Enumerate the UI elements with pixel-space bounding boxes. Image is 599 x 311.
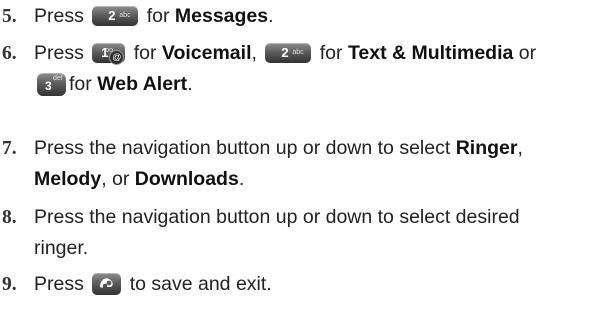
step-number: 8. xyxy=(2,207,17,228)
key-2-icon: 2 abc xyxy=(265,43,312,63)
step-7-continuation: Melody, or Downloads. xyxy=(34,168,245,190)
step-5: 5. Press 2 abc for Messages. xyxy=(2,1,594,32)
target-web-alert: Web Alert xyxy=(97,73,188,95)
step-7: 7. Press the navigation button up or down… xyxy=(2,133,594,195)
option-ringer: Ringer xyxy=(455,137,518,159)
target-voicemail: Voicemail xyxy=(161,42,252,64)
step-number: 5. xyxy=(2,6,17,27)
step-9: 9. Press to save and exit. xyxy=(2,269,594,300)
step-number: 7. xyxy=(2,138,17,159)
key-2-icon: 2 abc xyxy=(92,6,139,26)
target-messages: Messages xyxy=(174,5,269,27)
step-8: 8. Press the navigation button up or down… xyxy=(2,202,594,264)
step-6-continuation: 3 def for Web Alert. xyxy=(2,69,594,100)
end-key-glyph-icon xyxy=(100,278,114,288)
press-text: Press xyxy=(34,5,84,27)
key-1-voicemail-icon: 1 oo @ xyxy=(92,43,126,65)
at-badge-icon: @ xyxy=(109,50,125,65)
step-text-line2: ringer. xyxy=(34,237,89,259)
step-number: 9. xyxy=(2,274,17,295)
step-text: to save and exit. xyxy=(129,273,272,295)
press-text: Press xyxy=(34,42,84,64)
instruction-page: 5. Press 2 abc for Messages. 6. Press 1 oo @ … xyxy=(0,0,599,311)
for-text: for xyxy=(146,5,170,27)
step-text-line1: Press the navigation button up or down t… xyxy=(34,206,520,228)
press-text: Press xyxy=(34,273,84,295)
step-number: 6. xyxy=(2,43,17,64)
option-melody: Melody xyxy=(34,168,102,190)
key-3-icon: 3 def xyxy=(37,73,66,96)
end-power-key-icon xyxy=(92,273,122,295)
step-6: 6. Press 1 oo @ for Voicemail, 2 abc for Tex… xyxy=(2,38,594,100)
option-downloads: Downloads xyxy=(134,168,239,190)
target-text-multimedia: Text & Multimedia xyxy=(347,42,514,64)
step-text: Press the navigation button up or down t… xyxy=(34,137,451,159)
